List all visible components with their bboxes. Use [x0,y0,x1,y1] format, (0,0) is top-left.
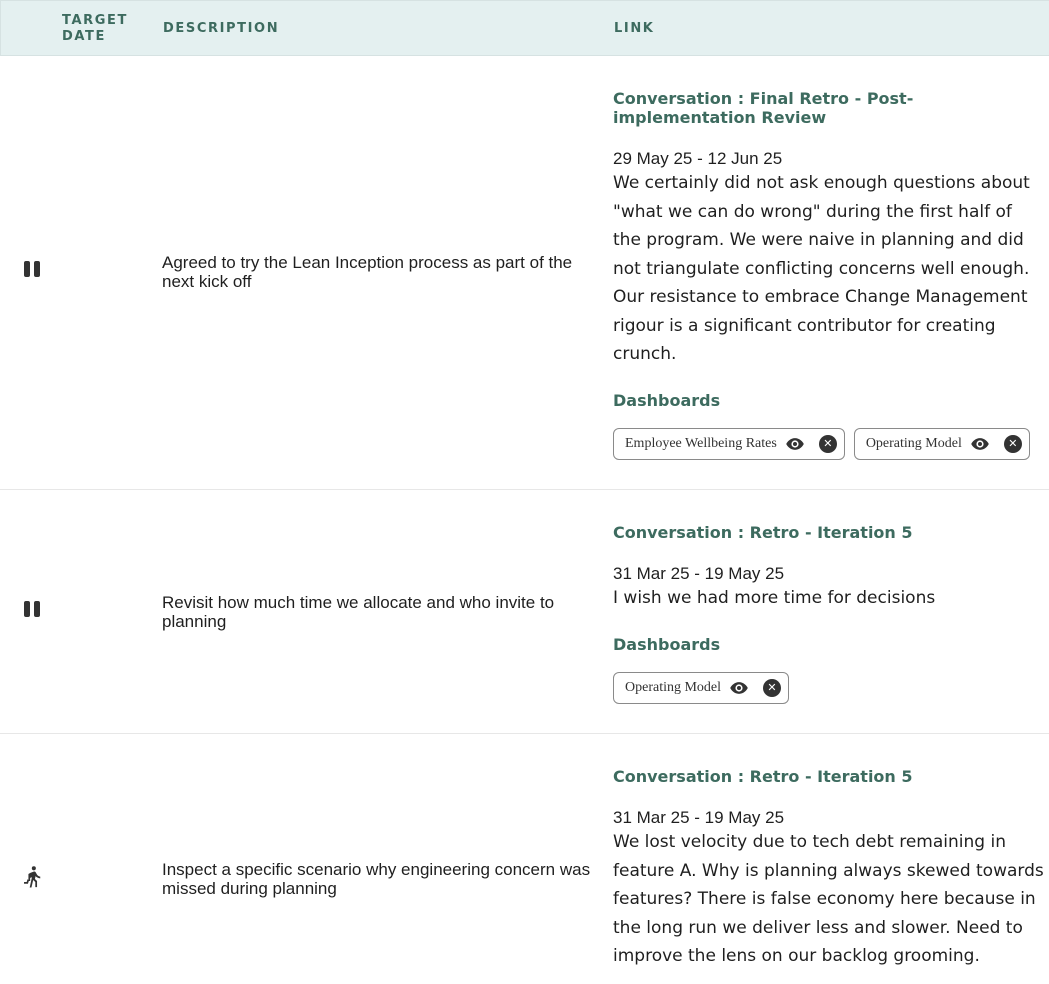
date-range: 31 Mar 25 - 19 May 25 [613,808,785,827]
dashboard-chip[interactable]: Operating Model ✕ [853,427,1030,460]
remove-icon[interactable]: ✕ [763,678,782,697]
remove-icon[interactable]: ✕ [818,434,837,453]
pause-icon[interactable] [20,257,44,281]
dashboard-chips: Employee Wellbeing Rates ✕ Operating Mod… [613,427,1045,460]
conversation-excerpt: We certainly did not ask enough question… [613,173,1030,364]
dashboard-chip[interactable]: Operating Model ✕ [613,671,790,704]
column-header-link[interactable]: LINK [614,21,654,37]
dashboard-chip-label: Employee Wellbeing Rates [625,435,777,451]
conversation-excerpt: We lost velocity due to tech debt remain… [613,832,1044,966]
dashboard-chip-label: Operating Model [865,435,962,451]
column-header-target-date[interactable]: TARGET DATE [62,13,152,45]
action-description: Revisit how much time we allocate and wh… [162,593,555,631]
eye-icon[interactable] [729,678,749,698]
eye-icon[interactable] [785,434,805,454]
eye-icon[interactable] [970,434,990,454]
actions-table: TARGET DATE DESCRIPTION LINK Agreed to t… [0,0,1049,966]
link-cell: Conversation : Retro - Iteration 5 31 Ma… [613,767,1045,971]
table-row: Inspect a specific scenario why engineer… [0,734,1049,984]
column-header-description[interactable]: DESCRIPTION [163,21,279,37]
link-cell: Conversation : Retro - Iteration 5 31 Ma… [613,523,1045,704]
action-description: Agreed to try the Lean Inception process… [162,253,573,291]
link-cell: Conversation : Final Retro - Post-implem… [613,89,1045,460]
running-icon[interactable] [20,864,44,888]
conversation-link[interactable]: Conversation : Retro - Iteration 5 [613,523,1045,542]
pause-icon[interactable] [20,597,44,621]
dashboard-chips: Operating Model ✕ [613,671,1045,704]
conversation-link[interactable]: Conversation : Retro - Iteration 5 [613,767,1045,786]
date-range: 31 Mar 25 - 19 May 25 [613,564,785,583]
conversation-excerpt: I wish we had more time for decisions [613,588,936,608]
table-row: Agreed to try the Lean Inception process… [0,56,1049,490]
dashboard-chip-label: Operating Model [625,679,722,695]
table-row: Revisit how much time we allocate and wh… [0,490,1049,734]
dashboard-chip[interactable]: Employee Wellbeing Rates ✕ [613,427,845,460]
date-range: 29 May 25 - 12 Jun 25 [613,149,783,168]
action-description: Inspect a specific scenario why engineer… [162,860,591,898]
dashboards-heading: Dashboards [613,634,721,654]
conversation-link[interactable]: Conversation : Final Retro - Post-implem… [613,89,1045,127]
dashboards-heading: Dashboards [613,390,721,410]
table-header: TARGET DATE DESCRIPTION LINK [0,0,1049,56]
remove-icon[interactable]: ✕ [1003,434,1022,453]
